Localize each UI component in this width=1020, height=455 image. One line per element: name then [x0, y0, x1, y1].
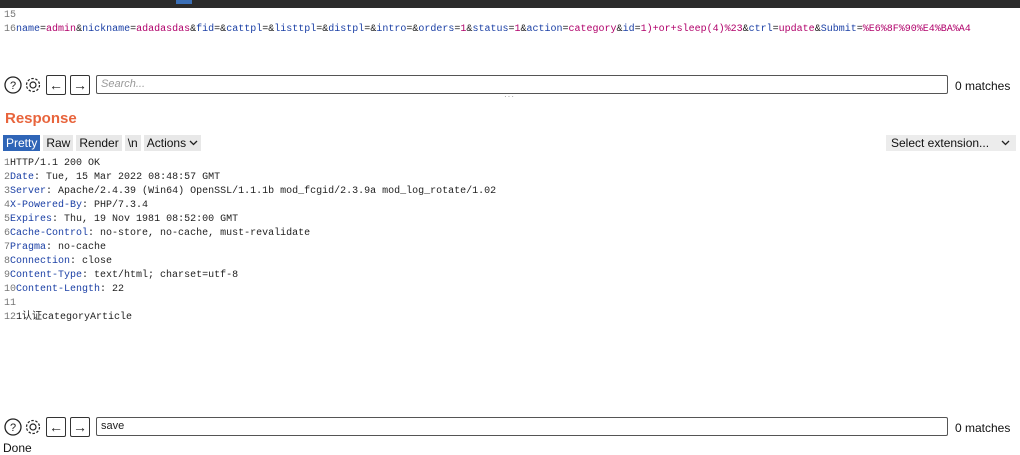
- arrow-right-icon[interactable]: →: [70, 417, 90, 437]
- header-name: Content-Type: [10, 270, 83, 281]
- response-line: 11: [4, 297, 496, 311]
- help-icon[interactable]: ?: [3, 75, 23, 95]
- arrow-left-icon[interactable]: ←: [46, 75, 66, 95]
- response-line: 8 Connection: close: [4, 255, 496, 269]
- response-search-input[interactable]: save: [96, 417, 948, 436]
- header-value: Apache/2.4.39 (Win64) OpenSSL/1.1.1b mod…: [52, 186, 497, 197]
- header-name: Pragma: [10, 242, 47, 253]
- header-name: Content-Length: [16, 284, 101, 295]
- request-line: 16 name = admin & nickname = adadasdas & fid = & cat…: [4, 23, 971, 37]
- header-name: Server: [10, 186, 47, 197]
- header-value: close: [76, 256, 113, 267]
- chevron-down-icon: [189, 140, 198, 146]
- response-line: 10 Content-Length: 22: [4, 283, 496, 297]
- param-key: nickname: [82, 24, 131, 35]
- request-line: 15: [4, 9, 971, 23]
- chevron-down-icon: [1001, 140, 1010, 146]
- svg-text:?: ?: [10, 80, 16, 92]
- body-text: 1认证categoryArticle: [16, 312, 133, 323]
- param-key: action: [526, 24, 563, 35]
- settings-icon[interactable]: [23, 75, 43, 95]
- obscured-tab-indicator: [176, 0, 192, 4]
- response-search-matches: 0 matches: [955, 421, 1011, 435]
- response-search-bar: ? ← → save 0 matches: [0, 415, 1020, 439]
- param-key: status: [472, 24, 509, 35]
- header-value: no-store, no-cache, must-revalidate: [94, 228, 311, 239]
- header-value: Tue, 15 Mar 2022 08:48:57 GMT: [40, 172, 221, 183]
- line-number: 10: [4, 284, 17, 295]
- header-value: PHP/7.3.4: [88, 200, 149, 211]
- param-key: name: [16, 24, 41, 35]
- settings-icon[interactable]: [23, 417, 43, 437]
- response-line: 1 HTTP/1.1 200 OK: [4, 157, 496, 171]
- header-name: Connection: [10, 256, 71, 267]
- param-value: admin: [46, 24, 77, 35]
- param-value: adadasdas: [136, 24, 191, 35]
- tab-pretty[interactable]: Pretty: [3, 135, 41, 151]
- header-name: X-Powered-By: [10, 200, 83, 211]
- header-value: text/html; charset=utf-8: [88, 270, 239, 281]
- tab-raw[interactable]: Raw: [43, 135, 74, 151]
- header-value: Thu, 19 Nov 1981 08:52:00 GMT: [58, 214, 239, 225]
- status-text: Done: [3, 441, 32, 455]
- header-value: 22: [106, 284, 125, 295]
- arrow-left-icon[interactable]: ←: [46, 417, 66, 437]
- param-key: intro: [376, 24, 407, 35]
- line-number: 16: [4, 24, 17, 35]
- request-search-input[interactable]: Search...: [96, 75, 948, 94]
- param-value: category: [568, 24, 617, 35]
- request-search-matches: 0 matches: [955, 79, 1011, 93]
- param-value: 1)+or+sleep(4)%23: [640, 24, 743, 35]
- param-key: fid: [196, 24, 215, 35]
- request-editor[interactable]: 15 16 name = admin & nickname = adadasdas & fid = & c…: [4, 9, 971, 37]
- line-number: 12: [4, 312, 17, 323]
- help-icon[interactable]: ?: [3, 417, 23, 437]
- arrow-right-icon[interactable]: →: [70, 75, 90, 95]
- response-line: 7 Pragma: no-cache: [4, 241, 496, 255]
- param-key: ctrl: [748, 24, 773, 35]
- response-line: 5 Expires: Thu, 19 Nov 1981 08:52:00 GMT: [4, 213, 496, 227]
- param-key: listtpl: [274, 24, 317, 35]
- actions-menu-button[interactable]: Actions: [143, 135, 202, 151]
- response-view-tabs: Pretty Raw Render \n Actions: [3, 135, 202, 151]
- line-number: 11: [4, 298, 17, 309]
- header-name: Cache-Control: [10, 228, 89, 239]
- header-name: Expires: [10, 214, 53, 225]
- response-line: 9 Content-Type: text/html; charset=utf-8: [4, 269, 496, 283]
- tab-newline-toggle[interactable]: \n: [124, 135, 141, 151]
- actions-label: Actions: [146, 136, 187, 150]
- body-text: HTTP/1.1 200 OK: [10, 158, 101, 169]
- response-line: 4 X-Powered-By: PHP/7.3.4: [4, 199, 496, 213]
- response-line: 3 Server: Apache/2.4.39 (Win64) OpenSSL/1…: [4, 185, 496, 199]
- response-title: Response: [5, 110, 77, 127]
- param-key: cattpl: [226, 24, 263, 35]
- param-key: id: [622, 24, 635, 35]
- pane-resize-handle[interactable]: ···: [504, 92, 515, 101]
- select-extension-label: Select extension...: [891, 136, 990, 150]
- param-value: update: [778, 24, 815, 35]
- header-name: Date: [10, 172, 35, 183]
- response-viewer[interactable]: 1 HTTP/1.1 200 OK 2 Date: Tue, 15 Mar 2022 …: [4, 157, 496, 325]
- tab-render[interactable]: Render: [76, 135, 122, 151]
- line-number: 15: [4, 10, 17, 21]
- response-line: 12 1认证categoryArticle: [4, 311, 496, 325]
- svg-text:?: ?: [10, 422, 16, 434]
- param-value: %E6%8F%90%E4%BA%A4: [862, 24, 971, 35]
- param-key: distpl: [328, 24, 365, 35]
- select-extension-dropdown[interactable]: Select extension...: [886, 135, 1016, 151]
- response-line: 6 Cache-Control: no-store, no-cache, must…: [4, 227, 496, 241]
- header-value: no-cache: [52, 242, 107, 253]
- param-key: Submit: [820, 24, 857, 35]
- top-toolbar-strip: [0, 0, 1020, 8]
- response-line: 2 Date: Tue, 15 Mar 2022 08:48:57 GMT: [4, 171, 496, 185]
- param-key: orders: [418, 24, 455, 35]
